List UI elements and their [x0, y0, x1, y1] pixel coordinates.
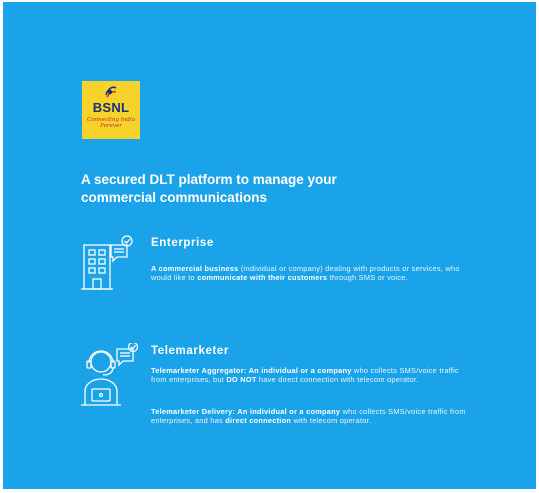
- enterprise-bold-2: communicate with their customers: [197, 273, 328, 283]
- delivery-text-2: with telecom operator.: [291, 416, 372, 426]
- telemarketer-delivery-description: Telemarketer Delivery: An individual or …: [151, 407, 466, 425]
- satellite-swoosh-icon: [105, 86, 117, 98]
- page-headline: A secured DLT platform to manage your co…: [81, 171, 411, 207]
- content-panel: BSNL Connecting India Forever A secured …: [3, 2, 536, 489]
- enterprise-bold-1: A commercial business: [151, 264, 239, 273]
- telemarketer-aggregator-description: Telemarketer Aggregator: An individual o…: [151, 366, 466, 384]
- delivery-bold-2: direct connection: [225, 416, 292, 426]
- logo-tagline: Connecting India Forever: [87, 117, 135, 129]
- aggregator-bold-2: DO NOT: [226, 375, 257, 385]
- telemarketer-title: Telemarketer: [151, 345, 229, 357]
- enterprise-description: A commercial business (individual or com…: [151, 264, 466, 282]
- enterprise-title: Enterprise: [151, 237, 214, 249]
- headline-line-1: A secured DLT platform to manage your: [81, 172, 337, 187]
- headline-line-2: commercial communications: [81, 190, 268, 205]
- aggregator-bold-1: Telemarketer Aggregator: An individual o…: [151, 366, 352, 375]
- call-agent-headset-icon: [81, 343, 141, 407]
- enterprise-text-2: through SMS or voice.: [327, 273, 408, 283]
- bsnl-logo: BSNL Connecting India Forever: [82, 81, 140, 139]
- logo-brand: BSNL: [92, 100, 130, 115]
- office-building-chat-icon: [81, 235, 137, 291]
- aggregator-text-2: have direct connection with telecom oper…: [256, 375, 419, 385]
- delivery-bold-1: Telemarketer Delivery: An individual or …: [151, 407, 341, 416]
